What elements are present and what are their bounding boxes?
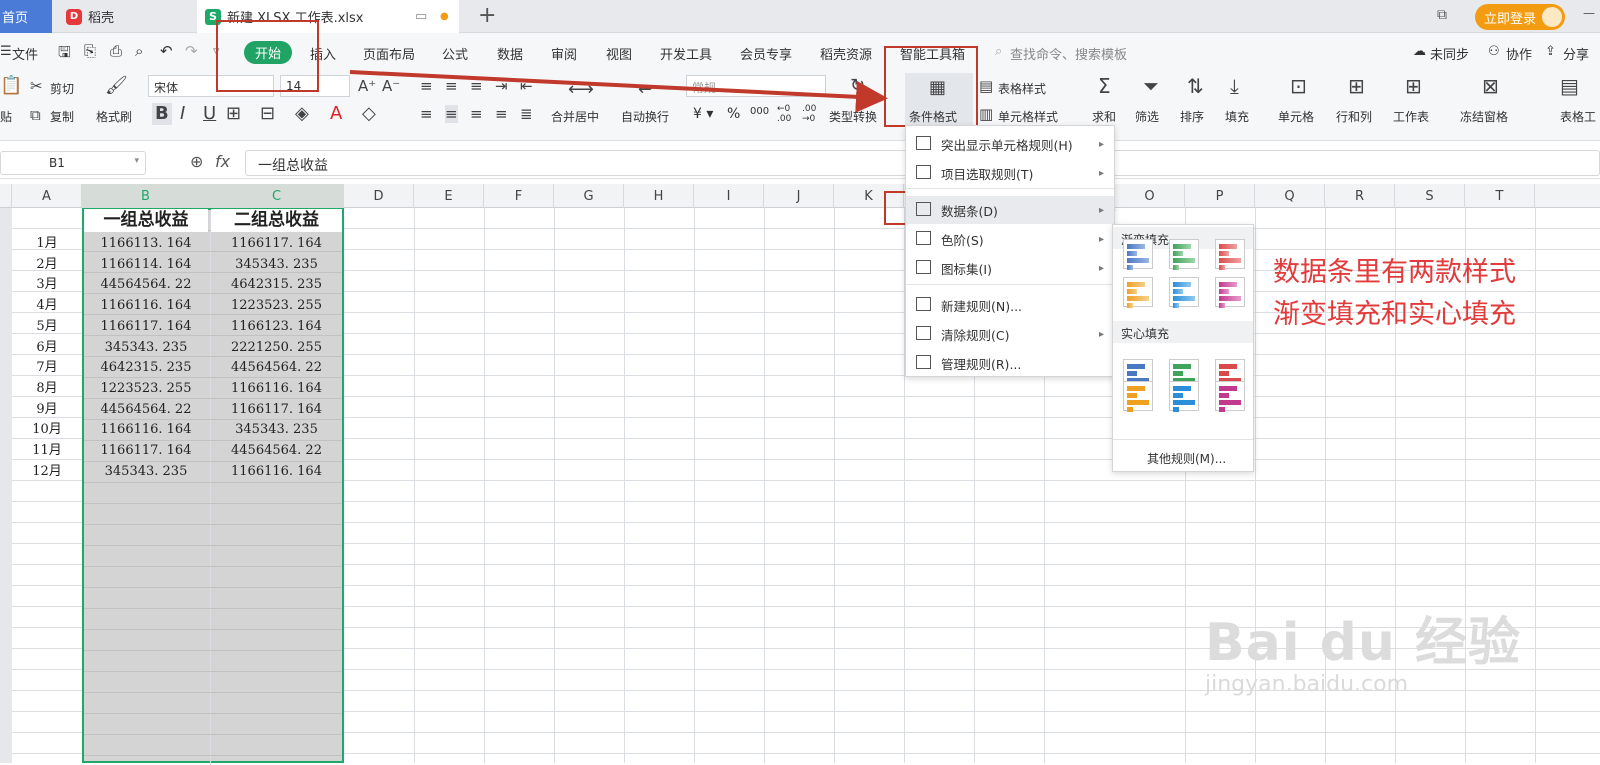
databar-swatch-bar <box>1173 371 1183 376</box>
chevron-right-icon: ▸ <box>1098 262 1104 274</box>
databar-swatch-bar <box>1173 244 1191 249</box>
databar-swatch-bar <box>1127 251 1137 256</box>
databar-swatch-bar <box>1127 258 1149 263</box>
watermark-logo: Bai du 经验 <box>1205 613 1521 673</box>
databar-swatch-bar <box>1127 364 1145 369</box>
databar-swatch-bar <box>1219 386 1237 391</box>
menu-item-databar[interactable]: 数据条(D) ▸ <box>906 196 1114 224</box>
databar-swatch-bar <box>1127 303 1133 308</box>
watermark-url: jingyan.baidu.com <box>1205 672 1409 697</box>
chevron-right-icon: ▸ <box>1098 138 1104 150</box>
databar-swatch[interactable] <box>1169 381 1199 412</box>
menu-divider <box>906 284 1114 285</box>
menu-item-highlight-rules[interactable]: 突出显示单元格规则(H) ▸ <box>906 130 1114 158</box>
manage-rules-icon <box>916 355 931 369</box>
databar-swatch[interactable] <box>1215 381 1245 412</box>
menu-item-label: 管理规则(R)... <box>941 356 1022 372</box>
databar-swatch-bar <box>1173 407 1179 412</box>
databar-swatch-bar <box>1127 296 1149 301</box>
databar-swatch-bar <box>1173 251 1183 256</box>
databar-swatch-bar <box>1173 265 1179 270</box>
annotation-line-1: 数据条里有两款样式 <box>1273 257 1516 288</box>
databar-swatch[interactable] <box>1123 239 1153 270</box>
menu-item-color-scale[interactable]: 色阶(S) ▸ <box>906 225 1114 253</box>
menu-divider <box>1113 439 1253 440</box>
databar-swatch[interactable] <box>1215 277 1245 308</box>
databar-swatch-bar <box>1219 289 1229 294</box>
databar-swatch-bar <box>1173 400 1195 405</box>
databar-swatch[interactable] <box>1169 239 1199 270</box>
section-solid-fill: 实心填充 <box>1113 321 1253 343</box>
databar-swatch[interactable] <box>1123 277 1153 308</box>
databar-swatch-bar <box>1127 407 1133 412</box>
databar-swatch-bar <box>1127 386 1145 391</box>
highlight-rules-icon <box>916 136 931 150</box>
annotation-text: 数据条里有两款样式 渐变填充和实心填充 <box>1273 252 1593 336</box>
databar-swatch-bar <box>1173 364 1191 369</box>
databar-swatch-bar <box>1219 296 1241 301</box>
databar-swatch-bar <box>1173 393 1183 398</box>
chevron-right-icon: ▸ <box>1098 167 1104 179</box>
menu-divider <box>906 188 1114 189</box>
databar-swatch-bar <box>1219 282 1237 287</box>
databar-swatch-bar <box>1173 289 1183 294</box>
menu-item-label: 色阶(S) <box>941 232 984 248</box>
chevron-right-icon: ▸ <box>1098 328 1104 340</box>
databar-icon <box>916 202 931 216</box>
databar-swatch-bar <box>1127 265 1133 270</box>
databar-swatch-bar <box>1173 303 1179 308</box>
databar-swatch-bar <box>1127 371 1137 376</box>
other-rules-button[interactable]: 其他规则(M)... <box>1147 450 1226 467</box>
menu-item-manage-rules[interactable]: 管理规则(R)... <box>906 349 1114 377</box>
databar-swatch-bar <box>1219 371 1229 376</box>
color-scale-icon <box>916 231 931 245</box>
annotation-line-2: 渐变填充和实心填充 <box>1273 299 1516 330</box>
databar-swatch-bar <box>1173 282 1191 287</box>
databar-swatch-bar <box>1219 407 1225 412</box>
menu-item-label: 新建规则(N)... <box>941 298 1023 314</box>
databar-swatch-bar <box>1173 386 1191 391</box>
menu-item-icon-set[interactable]: 图标集(I) ▸ <box>906 254 1114 282</box>
menu-item-top-rules[interactable]: 项目选取规则(T) ▸ <box>906 159 1114 187</box>
chevron-right-icon: ▸ <box>1098 233 1104 245</box>
clear-rules-icon <box>916 326 931 340</box>
databar-swatch-bar <box>1219 364 1237 369</box>
databar-swatch[interactable] <box>1215 239 1245 270</box>
databar-swatch-bar <box>1219 393 1229 398</box>
databar-swatch-bar <box>1127 282 1145 287</box>
menu-item-clear-rules[interactable]: 清除规则(C) ▸ <box>906 320 1114 348</box>
menu-item-label: 清除规则(C) <box>941 327 1010 343</box>
databar-swatch-bar <box>1219 258 1241 263</box>
new-rule-icon <box>916 297 931 311</box>
arrow-to-cond-format <box>349 70 888 113</box>
databar-swatch-bar <box>1219 251 1229 256</box>
databar-panel: 渐变填充 实心填充 其他规则(M)... <box>1112 224 1254 472</box>
databar-swatch-bar <box>1127 289 1137 294</box>
databar-swatch-bar <box>1173 258 1195 263</box>
menu-item-label: 图标集(I) <box>941 261 992 277</box>
menu-item-new-rule[interactable]: 新建规则(N)... <box>906 291 1114 319</box>
cond-format-menu: 突出显示单元格规则(H) ▸ 项目选取规则(T) ▸ 数据条(D) ▸ 色阶(S) ▸ … <box>905 125 1115 377</box>
databar-swatch-bar <box>1127 244 1145 249</box>
menu-item-label: 突出显示单元格规则(H) <box>941 137 1073 153</box>
menu-item-label: 项目选取规则(T) <box>941 166 1034 182</box>
databar-swatch-bar <box>1219 244 1237 249</box>
chevron-right-icon: ▸ <box>1098 204 1104 216</box>
menu-item-label: 数据条(D) <box>941 203 998 219</box>
databar-swatch-bar <box>1127 393 1137 398</box>
top-rules-icon <box>916 165 931 179</box>
icon-set-icon <box>916 260 931 274</box>
databar-swatch-bar <box>1219 400 1241 405</box>
databar-swatch-bar <box>1173 296 1195 301</box>
databar-swatch-bar <box>1127 400 1149 405</box>
databar-swatch-bar <box>1219 303 1225 308</box>
databar-swatch[interactable] <box>1169 277 1199 308</box>
databar-swatch[interactable] <box>1123 381 1153 412</box>
databar-swatch-bar <box>1219 265 1225 270</box>
